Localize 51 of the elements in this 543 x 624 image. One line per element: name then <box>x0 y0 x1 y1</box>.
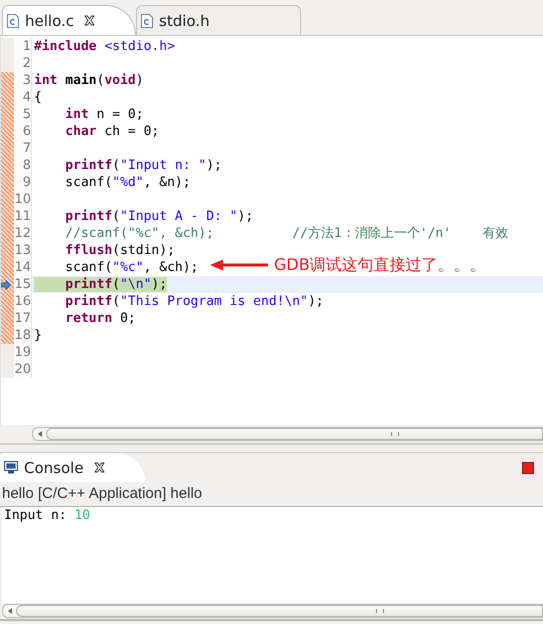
code-line: } <box>34 328 42 343</box>
line-number: 16 <box>14 293 32 310</box>
line-number: 3 <box>14 72 32 89</box>
line-number: 14 <box>14 259 32 276</box>
terminate-button[interactable] <box>522 462 534 474</box>
c-file-icon <box>141 14 153 28</box>
console-output: Input n: 10 <box>3 507 90 525</box>
line-number: 11 <box>14 208 32 225</box>
code-line: int main(void) <box>34 73 144 88</box>
line-number: 15 <box>14 276 32 293</box>
editor-tab[interactable]: stdio.h <box>136 5 301 35</box>
editor-tab[interactable]: hello.c <box>2 5 136 35</box>
close-icon[interactable] <box>84 15 95 26</box>
line-number: 20 <box>14 361 32 378</box>
code-line: return 0; <box>64 311 136 326</box>
code-line: scanf("%c", &ch); <box>64 260 198 275</box>
line-number: 8 <box>14 157 32 174</box>
line-number: 7 <box>14 140 32 157</box>
code-line: printf("This Program is end!\n"); <box>64 294 324 309</box>
annotation-arrow <box>210 258 268 270</box>
scrollbar-thumb[interactable] <box>16 605 543 617</box>
console-tab[interactable]: Console <box>0 453 145 482</box>
line-number: 5 <box>14 106 32 123</box>
monitor-icon <box>4 461 18 474</box>
instruction-pointer-icon <box>1 280 11 290</box>
line-number: 17 <box>14 310 32 327</box>
line-number: 9 <box>14 174 32 191</box>
line-number: 1 <box>14 38 32 55</box>
c-file-icon <box>7 14 19 28</box>
code-line: scanf("%d", &n); <box>64 175 191 190</box>
line-number: 4 <box>14 89 32 106</box>
horizontal-scrollbar[interactable] <box>32 427 543 441</box>
code-line: int n = 0; <box>64 107 144 122</box>
code-line: //scanf("%c", &ch); //方法1：消除上一个'/n' 有效 <box>64 226 508 241</box>
line-number: 6 <box>14 123 32 140</box>
line-number: 19 <box>14 344 32 361</box>
annotation-text: GDB调试这句直接过了。。。 <box>274 256 486 273</box>
code-line: char ch = 0; <box>64 124 160 139</box>
code-line: printf("Input n: "); <box>64 158 222 173</box>
code-line: fflush(stdin); <box>64 243 175 258</box>
code-line: { <box>34 90 42 105</box>
scrollbar-thumb[interactable] <box>46 428 543 440</box>
code-line: #include <stdio.h> <box>34 39 175 54</box>
line-number: 13 <box>14 242 32 259</box>
horizontal-scrollbar[interactable] <box>2 604 543 618</box>
line-number: 12 <box>14 225 32 242</box>
close-icon[interactable] <box>94 462 105 473</box>
code-line: printf("Input A - D: "); <box>64 209 254 224</box>
line-number: 18 <box>14 327 32 344</box>
line-number: 10 <box>14 191 32 208</box>
line-number: 2 <box>14 55 32 72</box>
